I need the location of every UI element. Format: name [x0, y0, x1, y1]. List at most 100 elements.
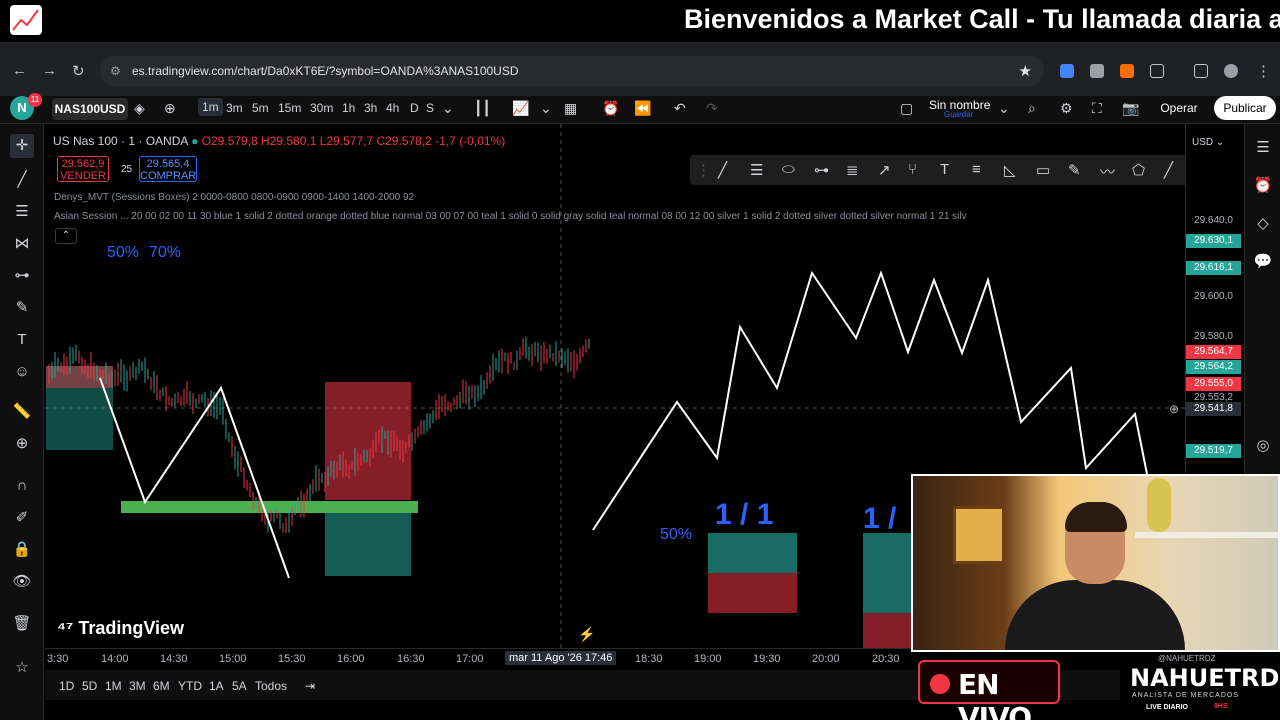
annotation-text[interactable]: 70%: [149, 244, 181, 262]
path-tool-icon[interactable]: 〰: [1100, 161, 1115, 182]
timeframe-30m[interactable]: 30m: [310, 101, 333, 115]
layout-grid-icon[interactable]: ▦: [564, 100, 577, 117]
redo-icon[interactable]: ↷: [706, 100, 718, 117]
collapse-legend-button[interactable]: ⌃: [55, 228, 77, 244]
timeframe-s[interactable]: S: [426, 101, 434, 115]
tradingview-logo[interactable]: ⁴⁷ TradingView: [57, 618, 184, 639]
range-6m[interactable]: 6M: [153, 679, 170, 693]
timeframe-3m[interactable]: 3m: [226, 101, 243, 115]
zoom-icon[interactable]: ⊕: [10, 432, 34, 456]
position-loss-zone[interactable]: [325, 382, 411, 500]
forward-icon[interactable]: →: [42, 62, 57, 79]
position-loss-zone[interactable]: [863, 613, 911, 648]
polyline-tool-icon[interactable]: ⬠: [1132, 161, 1145, 179]
risk-ratio-label[interactable]: 1 /: [863, 502, 896, 536]
position-loss-zone[interactable]: [708, 573, 797, 613]
publicar-button[interactable]: Publicar: [1214, 96, 1276, 120]
bookmark-star-icon[interactable]: ★: [1019, 62, 1032, 80]
position-profit-zone[interactable]: [863, 533, 911, 613]
range-5d[interactable]: 5D: [82, 679, 97, 693]
timeframe-15m[interactable]: 15m: [278, 101, 301, 115]
chat-icon[interactable]: 💬: [1251, 250, 1275, 274]
flash-event-icon[interactable]: ⚡: [578, 626, 595, 643]
extension-icon[interactable]: [1090, 64, 1104, 78]
fullscreen-icon[interactable]: ⛶: [1092, 100, 1102, 117]
crosshair-icon[interactable]: ✛: [10, 134, 34, 158]
layers-icon[interactable]: ◇: [1251, 212, 1275, 236]
timeframe-1h[interactable]: 1h: [342, 101, 355, 115]
chevron-down-icon[interactable]: ⌄: [998, 100, 1010, 117]
media-icon[interactable]: [1194, 64, 1208, 78]
camera-icon[interactable]: 📷: [1122, 100, 1139, 117]
fib-icon[interactable]: ☰: [10, 200, 34, 224]
demand-zone[interactable]: [121, 501, 418, 513]
trendline-icon[interactable]: ╱: [10, 168, 34, 192]
profile-icon[interactable]: [1224, 64, 1238, 78]
annotation-text[interactable]: 50%: [107, 244, 139, 262]
site-info-icon[interactable]: ⚙: [110, 64, 121, 78]
indicator-legend[interactable]: Asian Session ... 20 00 02 00 11 30 blue…: [54, 211, 1054, 222]
pattern-icon[interactable]: ⋈: [10, 232, 34, 256]
symbol-search-button[interactable]: NAS100USD: [52, 98, 128, 120]
range-ytd[interactable]: YTD: [178, 679, 202, 693]
position-profit-zone[interactable]: [325, 502, 411, 576]
text-tool-icon[interactable]: T: [940, 161, 949, 178]
watchlist-icon[interactable]: ☰: [1251, 136, 1275, 160]
ruler-tool-icon[interactable]: ≡: [972, 161, 981, 178]
arrow-tool-icon[interactable]: ↗: [878, 161, 891, 179]
symbol-legend[interactable]: US Nas 100 · 1 · OANDA ● O29.579,8 H29.5…: [53, 134, 505, 148]
url-text[interactable]: es.tradingview.com/chart/Da0xKT6E/?symbo…: [132, 64, 519, 78]
timeframe-1m[interactable]: 1m: [198, 98, 223, 116]
timeframe-4h[interactable]: 4h: [386, 101, 399, 115]
range-3m[interactable]: 3M: [129, 679, 146, 693]
indicators-icon[interactable]: 📈: [512, 100, 529, 117]
symbol-ring-icon[interactable]: ◈: [134, 100, 145, 117]
settings-gear-icon[interactable]: ⚙: [1060, 100, 1073, 117]
annotation-text[interactable]: 50%: [660, 526, 692, 544]
timeframe-d[interactable]: D: [410, 101, 419, 115]
sell-button[interactable]: 29.562,9 VENDER: [57, 156, 109, 182]
undo-icon[interactable]: ↶: [674, 100, 686, 117]
operar-button[interactable]: Operar: [1151, 96, 1207, 120]
chevron-down-icon[interactable]: ⌄: [442, 100, 454, 117]
emoji-icon[interactable]: ☺: [10, 360, 34, 384]
stay-drawing-icon[interactable]: ✐: [10, 506, 34, 530]
brush-icon[interactable]: ✎: [10, 296, 34, 320]
brush-tool-icon[interactable]: ✎: [1068, 161, 1081, 179]
angle-tool-icon[interactable]: ◺: [1004, 161, 1016, 179]
range-1m[interactable]: 1M: [105, 679, 122, 693]
forecast-icon[interactable]: ⊶: [10, 264, 34, 288]
lock-icon[interactable]: 🔒: [10, 538, 34, 562]
address-bar[interactable]: ⚙ es.tradingview.com/chart/Da0xKT6E/?sym…: [100, 56, 1044, 86]
range-5a[interactable]: 5A: [232, 679, 247, 693]
chevron-down-icon[interactable]: ⌄: [540, 100, 552, 117]
range-all[interactable]: Todos: [255, 679, 287, 693]
candles-type-icon[interactable]: ┃┃: [474, 100, 491, 117]
risk-ratio-label[interactable]: 1 / 1: [715, 498, 773, 532]
translate-extension-icon[interactable]: [1060, 64, 1074, 78]
trash-icon[interactable]: 🗑: [10, 612, 34, 636]
line-tool-icon[interactable]: ╱: [718, 161, 727, 179]
rectangle-tool-icon[interactable]: ▭: [1036, 161, 1050, 179]
favorites-star-icon[interactable]: ☆: [10, 656, 34, 680]
compare-add-icon[interactable]: ⊕: [164, 100, 176, 117]
magnet-icon[interactable]: ∩: [10, 474, 34, 498]
ruler-icon[interactable]: 📏: [10, 400, 34, 424]
pitchfork-tool-icon[interactable]: ⑂: [908, 161, 917, 178]
target-icon[interactable]: ◎: [1251, 434, 1275, 458]
text-tool-icon[interactable]: T: [10, 328, 34, 352]
fib-tool-icon[interactable]: ≣: [846, 161, 859, 179]
range-1d[interactable]: 1D: [59, 679, 74, 693]
save-link[interactable]: Guardar: [944, 110, 973, 119]
currency-selector[interactable]: USD ⌄: [1190, 134, 1240, 152]
range-1a[interactable]: 1A: [209, 679, 224, 693]
buy-button[interactable]: 29.565,4 COMPRAR: [139, 156, 197, 182]
reload-icon[interactable]: ↻: [72, 62, 85, 80]
extension-icon[interactable]: [1120, 64, 1134, 78]
drag-handle-icon[interactable]: ⋮: [696, 161, 711, 179]
go-to-date-icon[interactable]: ⇥: [305, 679, 315, 693]
alarm-clock-icon[interactable]: ⏰: [1251, 174, 1275, 198]
symbol-legend-name[interactable]: US Nas 100 · 1 · OANDA: [53, 134, 188, 148]
pen-tool-icon[interactable]: ╱: [1164, 161, 1173, 179]
replay-icon[interactable]: ⏪: [634, 100, 651, 117]
